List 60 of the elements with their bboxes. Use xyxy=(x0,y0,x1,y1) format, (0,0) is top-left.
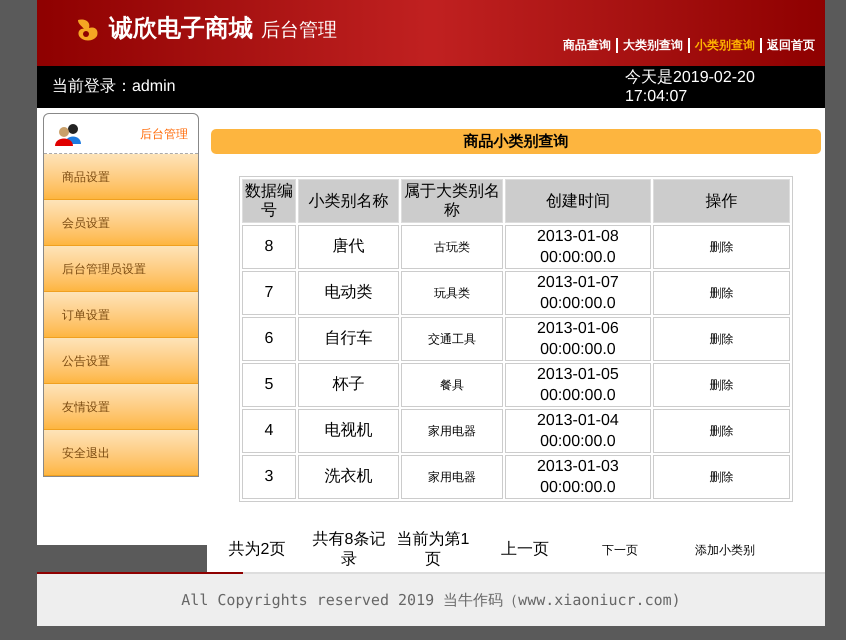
nav-link[interactable]: 小类别查询 xyxy=(695,36,755,54)
pager-link[interactable]: 添加小类别 xyxy=(665,541,785,559)
sidebar-menu-item[interactable]: 友情设置 xyxy=(44,384,198,430)
table-cell: 4 xyxy=(242,409,296,453)
date-text: 今天是2019-02-20 17:04:07 xyxy=(625,68,756,106)
table-cell: 5 xyxy=(242,363,296,407)
sidebar-title: 后台管理 xyxy=(140,126,188,142)
delete-link[interactable]: 删除 xyxy=(652,363,790,407)
table-cell: 2013-01-05 00:00:00.0 xyxy=(504,363,651,407)
logo-subtitle: 后台管理 xyxy=(261,18,337,42)
nav-link[interactable]: 返回首页 xyxy=(767,36,815,54)
table-cell: 餐具 xyxy=(401,363,503,407)
sidebar-menu-item[interactable]: 公告设置 xyxy=(44,338,198,384)
login-text: 当前登录：admin xyxy=(52,77,176,97)
table-cell: 2013-01-04 00:00:00.0 xyxy=(504,409,651,453)
table-cell: 唐代 xyxy=(298,225,400,269)
table-cell: 杯子 xyxy=(298,363,400,407)
table-cell: 交通工具 xyxy=(401,317,503,361)
copyright-text: All Copyrights reserved 2019 当牛作码（www.xiaoniucr.com) xyxy=(181,590,681,611)
column-header: 创建时间 xyxy=(504,179,651,223)
pager-text: 共有8条记录 xyxy=(312,530,386,570)
column-header: 属于大类别名称 xyxy=(401,179,503,223)
table-cell: 自行车 xyxy=(298,317,400,361)
delete-link[interactable]: 删除 xyxy=(652,317,790,361)
nav-link[interactable]: 商品查询 xyxy=(563,36,611,54)
table-cell: 洗衣机 xyxy=(298,455,400,499)
table-cell: 8 xyxy=(242,225,296,269)
sidebar-menu-item[interactable]: 会员设置 xyxy=(44,200,198,246)
column-header: 操作 xyxy=(652,179,790,223)
users-icon xyxy=(54,122,82,146)
pager-text: 当前为第1页 xyxy=(396,530,470,570)
table-cell: 家用电器 xyxy=(401,409,503,453)
delete-link[interactable]: 删除 xyxy=(652,225,790,269)
delete-link[interactable]: 删除 xyxy=(652,409,790,453)
table-cell: 玩具类 xyxy=(401,271,503,315)
table-cell: 6 xyxy=(242,317,296,361)
logo-text: 诚欣电子商城 xyxy=(109,14,253,44)
delete-link[interactable]: 删除 xyxy=(652,271,790,315)
panel-title-bar: 商品小类别查询 xyxy=(211,129,821,154)
delete-link[interactable]: 删除 xyxy=(652,455,790,499)
sidebar-menu-item[interactable]: 订单设置 xyxy=(44,292,198,338)
table-cell: 7 xyxy=(242,271,296,315)
table-cell: 2013-01-08 00:00:00.0 xyxy=(504,225,651,269)
sidebar-menu-item[interactable]: 商品设置 xyxy=(44,154,198,200)
table-cell: 3 xyxy=(242,455,296,499)
table-cell: 2013-01-06 00:00:00.0 xyxy=(504,317,651,361)
nav-link[interactable]: 大类别查询 xyxy=(623,36,683,54)
sidebar-menu-item[interactable]: 后台管理员设置 xyxy=(44,246,198,292)
table-cell: 家用电器 xyxy=(401,455,503,499)
table-cell: 2013-01-07 00:00:00.0 xyxy=(504,271,651,315)
table-cell: 电动类 xyxy=(298,271,400,315)
sidebar-menu-item[interactable]: 安全退出 xyxy=(44,430,198,476)
column-header: 数据编号 xyxy=(242,179,296,223)
pager-link[interactable]: 下一页 xyxy=(575,541,665,559)
table-cell: 2013-01-03 00:00:00.0 xyxy=(504,455,651,499)
table-cell: 电视机 xyxy=(298,409,400,453)
pager-text: 上一页 xyxy=(500,540,550,560)
column-header: 小类别名称 xyxy=(298,179,400,223)
table-cell: 古玩类 xyxy=(401,225,503,269)
pager-text: 共为2页 xyxy=(228,540,286,560)
